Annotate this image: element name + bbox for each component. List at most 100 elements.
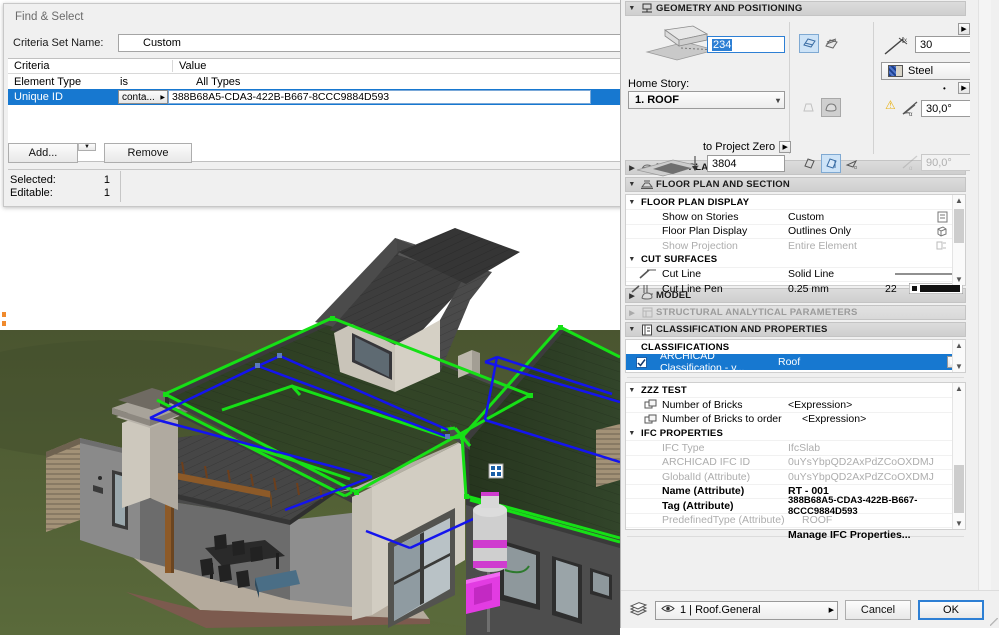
find-and-select-dialog[interactable]: Find & Select Criteria Set Name: Custom … — [3, 3, 648, 207]
home-story-label: Home Story: — [628, 78, 689, 90]
curved-edge-toggle[interactable] — [821, 98, 841, 117]
unique-id-input[interactable]: 388B68A5-CDA3-422B-B667-8CCC9884D593 — [168, 90, 591, 104]
svg-text:α: α — [909, 166, 913, 172]
group-header-floor-plan-display[interactable]: ▼ FLOOR PLAN DISPLAY — [626, 195, 965, 209]
slope-angle-input[interactable]: 30,0° — [921, 100, 970, 117]
list-scrollbar[interactable]: ▲ ▼ — [952, 195, 965, 285]
property-value[interactable]: <Expression> — [788, 399, 965, 411]
remove-criteria-button[interactable]: Remove — [104, 143, 192, 163]
section-header-classification[interactable]: ▼ CLASSIFICATION AND PROPERTIES — [625, 322, 966, 337]
list-item[interactable]: ARCHICAD Classification - v... Roof ▶ — [626, 354, 965, 370]
scroll-down-icon[interactable]: ▼ — [955, 519, 963, 528]
panel-footer: 1 | Roof.General ▶ Cancel OK — [621, 590, 999, 628]
single-plane-toggle[interactable] — [799, 34, 819, 53]
list-item[interactable]: Number of Bricks to order <Expression> — [626, 412, 965, 427]
material-select[interactable]: Steel ▶ — [881, 62, 970, 80]
criteria-operator-dropdown[interactable]: conta... ▶ — [118, 90, 168, 104]
classification-icon — [638, 324, 656, 336]
material-swatch — [888, 65, 903, 77]
thickness-value: 234 — [712, 39, 732, 51]
scroll-up-icon[interactable]: ▲ — [955, 196, 963, 205]
chevron-right-icon: ▶ — [961, 84, 966, 92]
editable-label: Editable: — [8, 187, 80, 199]
classifications-list[interactable]: ▲ ▼ CLASSIFICATIONS ARCHICAD Classificat… — [625, 339, 966, 373]
selected-label: Selected: — [8, 174, 80, 186]
scroll-down-icon[interactable]: ▼ — [955, 275, 963, 284]
criteria-operator[interactable]: is — [116, 76, 172, 88]
list-item[interactable]: Show on Stories Custom — [626, 209, 965, 224]
checkbox-checked-icon[interactable] — [626, 357, 660, 368]
list-item[interactable]: Floor Plan Display Outlines Only — [626, 224, 965, 239]
property-value[interactable]: <Expression> — [802, 413, 965, 425]
chevron-down-icon: ▼ — [84, 144, 90, 150]
add-criteria-dropdown[interactable]: ▼ — [78, 143, 96, 151]
layers-icon[interactable] — [629, 602, 648, 619]
criteria-set-row: Criteria Set Name: Custom — [4, 30, 647, 56]
pen-weight-icon — [626, 283, 662, 295]
ok-button[interactable]: OK — [918, 600, 984, 620]
cancel-button[interactable]: Cancel — [845, 600, 911, 620]
property-value[interactable]: Outlines Only — [788, 225, 919, 237]
classification-value: Roof — [778, 356, 941, 368]
property-value[interactable]: Solid Line — [788, 268, 893, 280]
scroll-up-icon[interactable]: ▲ — [955, 341, 963, 350]
multi-plane-toggle[interactable] — [821, 34, 841, 53]
group-header-zzz-test[interactable]: ▼ ZZZ TEST — [626, 383, 965, 397]
criteria-set-input[interactable]: Custom — [118, 34, 639, 52]
group-header-cut-surfaces[interactable]: ▼ CUT SURFACES — [626, 253, 965, 267]
column-header-criteria: Criteria — [8, 60, 116, 72]
angle-options-button[interactable]: ▶ — [958, 82, 970, 94]
overhang-input[interactable]: 30 — [915, 36, 970, 53]
pencil-line-icon — [626, 268, 662, 280]
element-settings-panel[interactable]: ▼ GEOMETRY AND POSITIONING — [620, 0, 999, 628]
manage-ifc-properties-link[interactable]: Manage IFC Properties... — [788, 529, 965, 541]
property-key: Number of Bricks to order — [662, 413, 802, 425]
edge-custom-angle-toggle[interactable]: α — [843, 154, 863, 173]
flat-edge-toggle[interactable] — [799, 98, 819, 117]
overhang-options-button[interactable]: ▶ — [958, 23, 970, 35]
edge-display-toggles — [799, 34, 841, 53]
property-value[interactable]: 0.25 mm — [788, 283, 885, 295]
svg-text:α: α — [909, 112, 913, 118]
scroll-down-icon[interactable]: ▼ — [955, 362, 963, 371]
floor-plan-list[interactable]: ▲ ▼ ▼ FLOOR PLAN DISPLAY Show on Stories… — [625, 194, 966, 286]
property-value: 0uYsYbpQD2AxPdZCoOXDMJ — [788, 471, 965, 483]
property-key: Cut Line Pen — [662, 283, 788, 295]
list-scrollbar[interactable]: ▲ ▼ — [952, 383, 965, 529]
list-item[interactable]: Manage IFC Properties... — [626, 527, 965, 542]
svg-text:x: x — [904, 38, 907, 44]
selected-count: 1 — [80, 174, 110, 186]
property-key: IFC Type — [662, 442, 788, 454]
home-story-value: 1. ROOF — [635, 94, 679, 106]
to-project-zero-row: to Project Zero ▶ — [703, 141, 791, 153]
list-item[interactable]: Number of Bricks <Expression> — [626, 397, 965, 412]
chevron-right-icon: ▶ — [961, 25, 966, 33]
table-row[interactable]: Unique ID conta... ▶ 388B68A5-CDA3-422B-… — [8, 89, 643, 105]
elevation-input[interactable]: 3804 — [707, 155, 785, 172]
edge-perpendicular-toggle[interactable] — [821, 154, 841, 173]
criteria-value[interactable]: All Types — [172, 76, 643, 88]
layer-value: 1 | Roof.General — [680, 604, 761, 616]
property-key: Show Projection — [662, 240, 788, 252]
chevron-down-icon: ▼ — [626, 5, 638, 12]
scroll-up-icon[interactable]: ▲ — [955, 384, 963, 393]
add-criteria-button[interactable]: Add... — [8, 143, 78, 163]
project-zero-options-button[interactable]: ▶ — [779, 141, 791, 153]
list-item[interactable]: Cut Line Solid Line — [626, 267, 965, 282]
list-scrollbar[interactable]: ▲ ▼ — [952, 340, 965, 372]
thickness-input[interactable]: 234 — [707, 36, 785, 53]
property-value[interactable]: Custom — [788, 211, 919, 223]
geometry-icon — [638, 3, 656, 14]
panel-scrollbar[interactable] — [978, 0, 991, 620]
layer-select[interactable]: 1 | Roof.General ▶ — [655, 601, 838, 620]
dialog-titlebar[interactable]: Find & Select — [4, 4, 647, 30]
properties-list[interactable]: ▲ ▼ ▼ ZZZ TEST Number of Bricks <Express… — [625, 382, 966, 530]
list-item[interactable]: Tag (Attribute) 388B68A5-CDA3-422B-B667-… — [626, 498, 965, 513]
group-header-ifc-properties[interactable]: ▼ IFC PROPERTIES — [626, 426, 965, 440]
table-row[interactable]: Element Type is All Types — [8, 74, 643, 89]
edge-vertical-toggle[interactable] — [799, 154, 819, 173]
resize-grip[interactable] — [990, 618, 998, 626]
list-item[interactable]: Cut Line Pen 0.25 mm 22 — [626, 281, 965, 296]
home-story-select[interactable]: 1. ROOF ▾ — [628, 91, 785, 109]
section-header-geometry[interactable]: ▼ GEOMETRY AND POSITIONING — [625, 1, 966, 16]
